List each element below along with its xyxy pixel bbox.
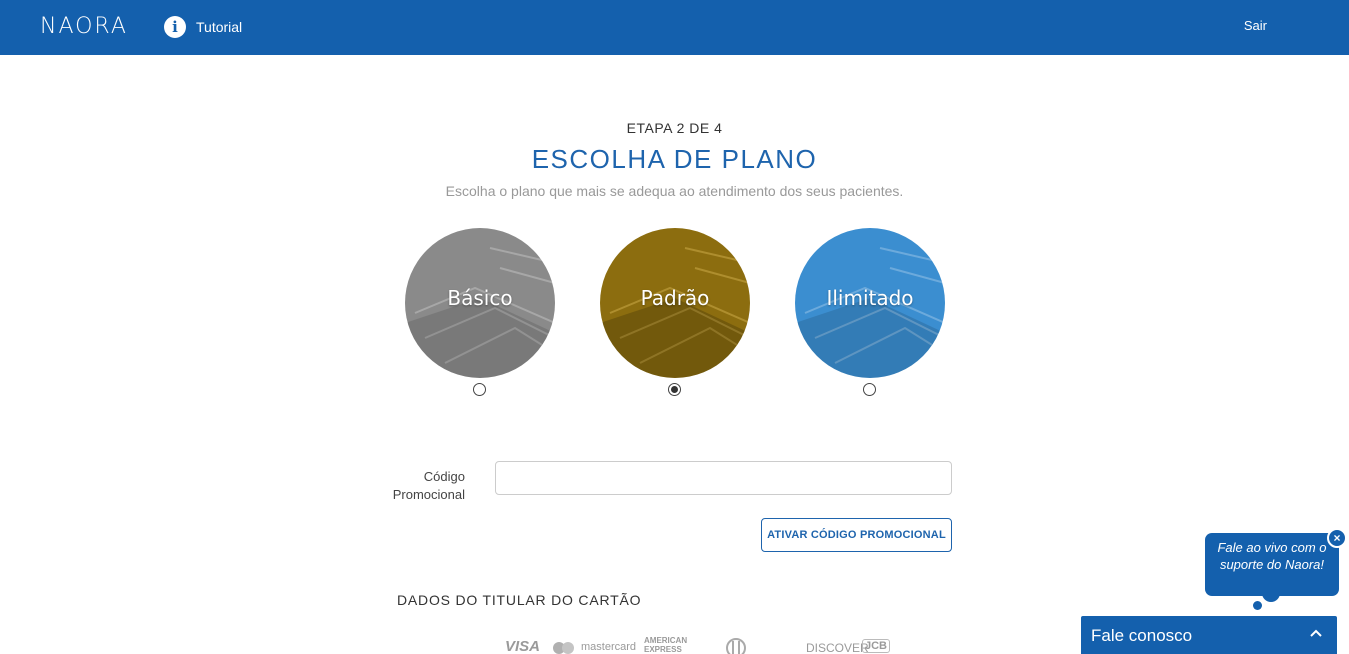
step-indicator: ETAPA 2 DE 4 <box>626 120 723 136</box>
jcb-logo: JCB <box>862 639 891 653</box>
page-title: ESCOLHA DE PLANO <box>531 144 818 174</box>
chat-bubble-tail <box>1262 588 1280 602</box>
plan-radio-ilimitado[interactable] <box>863 383 876 396</box>
cardholder-section-title: DADOS DO TITULAR DO CARTÃO <box>397 592 642 608</box>
naora-logo[interactable]: NAORA <box>40 14 128 40</box>
plan-label-padrao: Padrão <box>640 286 710 310</box>
visa-logo: VISA <box>505 638 541 654</box>
page-subtitle: Escolha o plano que mais se adequa ao at… <box>445 183 904 199</box>
radio-selected-dot <box>671 386 678 393</box>
card-brand-logos: VISA mastercard AMERICAN EXPRESS DISCOVE… <box>505 636 895 654</box>
promo-code-label: Código Promocional <box>380 468 465 504</box>
plan-card-basico[interactable]: Básico <box>405 228 555 378</box>
mastercard-logo: mastercard <box>581 641 637 653</box>
info-icon[interactable]: i <box>164 16 186 38</box>
activate-promo-button[interactable]: ATIVAR CÓDIGO PROMOCIONAL <box>761 518 952 552</box>
diners-logo <box>722 638 750 654</box>
amex-logo: AMERICAN EXPRESS <box>644 636 688 654</box>
logout-link[interactable]: Sair <box>1244 18 1267 33</box>
mastercard-circles <box>552 641 576 654</box>
logo-text: NAORA <box>40 14 128 39</box>
chat-invite-bubble[interactable]: Fale ao vivo com o suporte do Naora! <box>1205 533 1339 596</box>
close-icon[interactable]: × <box>1327 528 1347 548</box>
top-navbar: NAORA i Tutorial Sair <box>0 0 1349 55</box>
plan-radio-basico[interactable] <box>473 383 486 396</box>
plan-label-basico: Básico <box>447 286 513 310</box>
chevron-up-icon[interactable] <box>1309 623 1323 648</box>
plan-card-ilimitado[interactable]: Ilimitado <box>795 228 945 378</box>
plan-card-padrao[interactable]: Padrão <box>600 228 750 378</box>
plan-radio-padrao[interactable] <box>668 383 681 396</box>
chat-bubble-dot <box>1253 601 1262 610</box>
chat-bar-label: Fale conosco <box>1091 626 1193 645</box>
promo-label-line2: Promocional <box>392 487 465 502</box>
promo-code-input[interactable] <box>495 461 952 495</box>
promo-label-line1: Código <box>423 469 465 484</box>
tutorial-link[interactable]: Tutorial <box>196 19 242 35</box>
plan-label-ilimitado: Ilimitado <box>826 286 914 310</box>
discover-logo: DISCOVER <box>806 641 869 654</box>
chat-bar[interactable]: Fale conosco <box>1080 615 1338 654</box>
